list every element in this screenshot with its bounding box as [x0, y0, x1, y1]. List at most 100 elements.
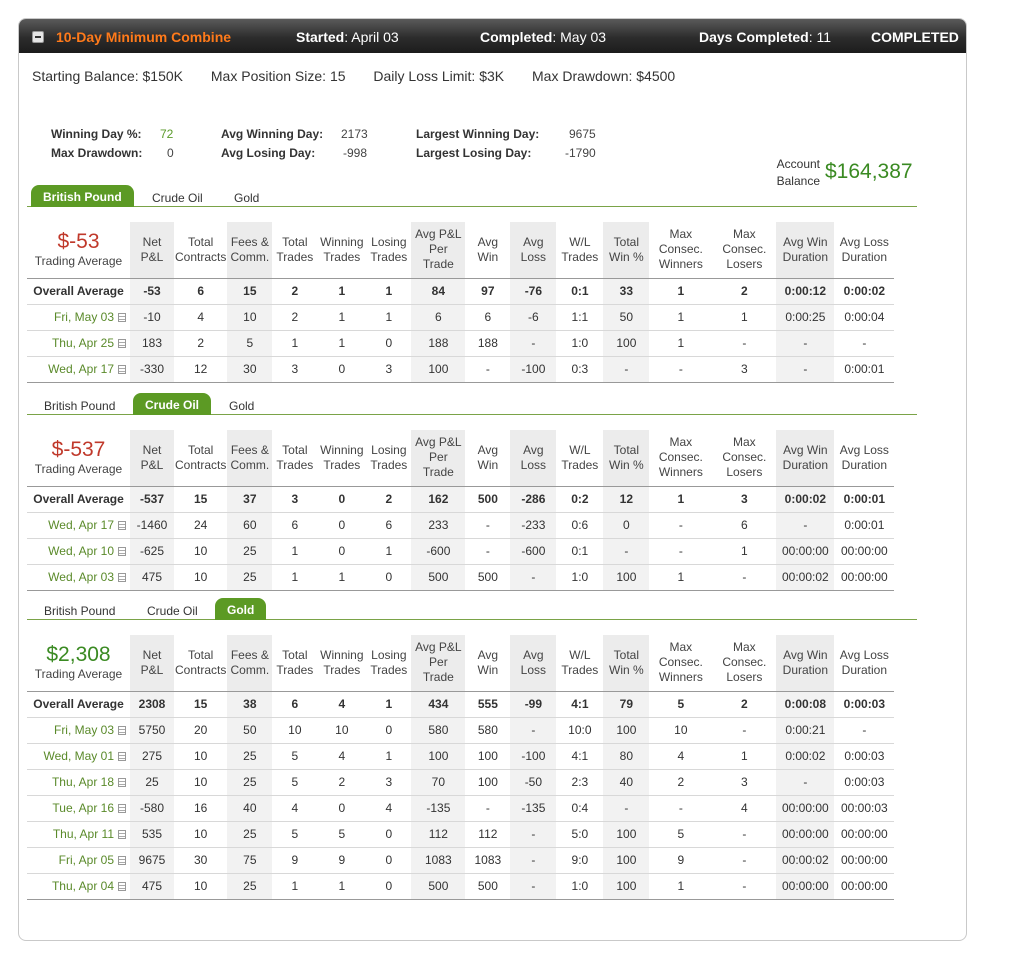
- notes-icon[interactable]: [118, 339, 126, 348]
- tab-crude-oil[interactable]: Crude Oil: [140, 188, 215, 207]
- table-cell: 3: [712, 485, 777, 512]
- table-cell: 1: [366, 303, 412, 330]
- table-cell: -135: [510, 794, 557, 821]
- table-cell: 0:00:01: [834, 511, 895, 538]
- table-cell: 4:1: [556, 690, 604, 717]
- column-header: Avg Loss: [510, 222, 557, 278]
- tab-gold[interactable]: Gold: [222, 188, 271, 207]
- table-cell: 0:00:04: [834, 303, 895, 330]
- date-link[interactable]: Wed, Apr 17: [48, 518, 114, 532]
- table-cell: 25: [227, 742, 273, 769]
- notes-icon[interactable]: [118, 547, 126, 556]
- date-link[interactable]: Thu, Apr 11: [53, 827, 114, 841]
- notes-icon[interactable]: [118, 521, 126, 530]
- day-row-label[interactable]: Fri, Apr 05: [27, 846, 130, 873]
- table-cell: 33: [603, 277, 650, 304]
- collapse-icon[interactable]: [32, 31, 44, 43]
- table-cell: 0:3: [556, 355, 604, 383]
- table-cell: 0: [366, 872, 412, 900]
- tab-british-pound[interactable]: British Pound: [31, 185, 134, 207]
- column-header: Max Consec. Losers: [722, 435, 767, 480]
- notes-icon[interactable]: [118, 752, 126, 761]
- notes-icon[interactable]: [118, 573, 126, 582]
- day-row-label[interactable]: Wed, Apr 17: [27, 511, 130, 538]
- notes-icon[interactable]: [118, 856, 126, 865]
- day-row-label[interactable]: Fri, May 03: [27, 303, 130, 330]
- table-cell: 1: [649, 563, 713, 591]
- notes-icon[interactable]: [118, 365, 126, 374]
- account-balance-value: $164,387: [825, 160, 913, 183]
- table-cell: 0: [317, 485, 367, 512]
- day-row-label[interactable]: Wed, May 01: [27, 742, 130, 769]
- date-link[interactable]: Thu, Apr 18: [52, 775, 114, 789]
- table-cell: 00:00:00: [834, 563, 895, 591]
- daily-loss-limit: Daily Loss Limit: $3K: [373, 68, 505, 84]
- column-header: Total Contracts: [175, 442, 227, 472]
- day-row-label[interactable]: Thu, Apr 25: [27, 329, 130, 356]
- day-row-label[interactable]: Wed, Apr 17: [27, 355, 130, 383]
- date-link[interactable]: Wed, Apr 03: [48, 570, 114, 584]
- day-row-label[interactable]: Thu, Apr 04: [27, 872, 130, 900]
- date-link[interactable]: Wed, Apr 10: [48, 544, 114, 558]
- table-cell: -: [776, 355, 835, 383]
- notes-icon[interactable]: [118, 830, 126, 839]
- table-cell: -: [510, 716, 557, 743]
- table-cell: 500: [465, 563, 511, 591]
- date-link[interactable]: Thu, Apr 25: [52, 336, 114, 350]
- day-row-label[interactable]: Thu, Apr 11: [27, 820, 130, 847]
- notes-icon[interactable]: [118, 313, 126, 322]
- table-cell: 4: [174, 303, 228, 330]
- notes-icon[interactable]: [118, 804, 126, 813]
- date-link[interactable]: Wed, Apr 17: [48, 362, 114, 376]
- table-cell: 1: [712, 742, 777, 769]
- column-header: Avg Win: [477, 442, 499, 472]
- column-header: Total Contracts: [175, 647, 227, 677]
- column-header: Avg Loss Duration: [839, 442, 889, 472]
- tab-british-pound[interactable]: British Pound: [32, 601, 127, 620]
- table-cell: -: [510, 563, 557, 591]
- notes-icon[interactable]: [118, 726, 126, 735]
- notes-icon[interactable]: [118, 882, 126, 891]
- column-header: Avg Win: [477, 647, 499, 677]
- table-row: Fri, Apr 05 9675 30 75 9 9 0 1083 1083-9:0 100 9-0…: [27, 846, 895, 873]
- trading-average-summary: $2,308 Trading Average: [27, 635, 130, 691]
- day-row-label[interactable]: Wed, Apr 03: [27, 563, 130, 591]
- tab-gold[interactable]: Gold: [217, 396, 266, 415]
- day-row-label[interactable]: Tue, Apr 16: [27, 794, 130, 821]
- tab-crude-oil[interactable]: Crude Oil: [135, 601, 210, 620]
- column-header: Net P&L: [130, 430, 174, 486]
- column-header: Avg Win Duration: [776, 222, 835, 278]
- table-cell: 275: [130, 742, 174, 769]
- column-header: Avg Loss Duration: [839, 647, 889, 677]
- day-row-label[interactable]: Thu, Apr 18: [27, 768, 130, 795]
- instrument-tabs: British Pound Crude Oil Gold: [27, 185, 917, 207]
- table-cell: 10: [174, 742, 228, 769]
- table-cell: -600: [411, 537, 466, 564]
- table-cell: 1: [366, 742, 412, 769]
- table-cell: -286: [510, 485, 557, 512]
- date-link[interactable]: Fri, Apr 05: [59, 853, 114, 867]
- date-link[interactable]: Fri, May 03: [54, 723, 114, 737]
- combine-title[interactable]: 10-Day Minimum Combine: [56, 29, 231, 45]
- notes-icon[interactable]: [118, 778, 126, 787]
- day-row-label[interactable]: Wed, Apr 10: [27, 537, 130, 564]
- table-cell: 475: [130, 563, 174, 591]
- date-link[interactable]: Tue, Apr 16: [52, 801, 114, 815]
- table-cell: -580: [130, 794, 174, 821]
- table-cell: -: [649, 794, 713, 821]
- table-cell: 5750: [130, 716, 174, 743]
- table-cell: 100: [603, 563, 650, 591]
- table-cell: 25: [227, 537, 273, 564]
- tab-british-pound[interactable]: British Pound: [32, 396, 127, 415]
- tab-gold[interactable]: Gold: [215, 598, 267, 620]
- date-link[interactable]: Thu, Apr 04: [52, 879, 114, 893]
- date-link[interactable]: Fri, May 03: [54, 310, 114, 324]
- max-drawdown-value: 0: [167, 146, 174, 160]
- table-cell: 4: [649, 742, 713, 769]
- column-header: Total Trades: [276, 234, 314, 264]
- column-header: Avg Loss: [510, 635, 557, 691]
- table-cell: 80: [603, 742, 650, 769]
- tab-crude-oil[interactable]: Crude Oil: [133, 393, 212, 415]
- date-link[interactable]: Wed, May 01: [44, 749, 114, 763]
- day-row-label[interactable]: Fri, May 03: [27, 716, 130, 743]
